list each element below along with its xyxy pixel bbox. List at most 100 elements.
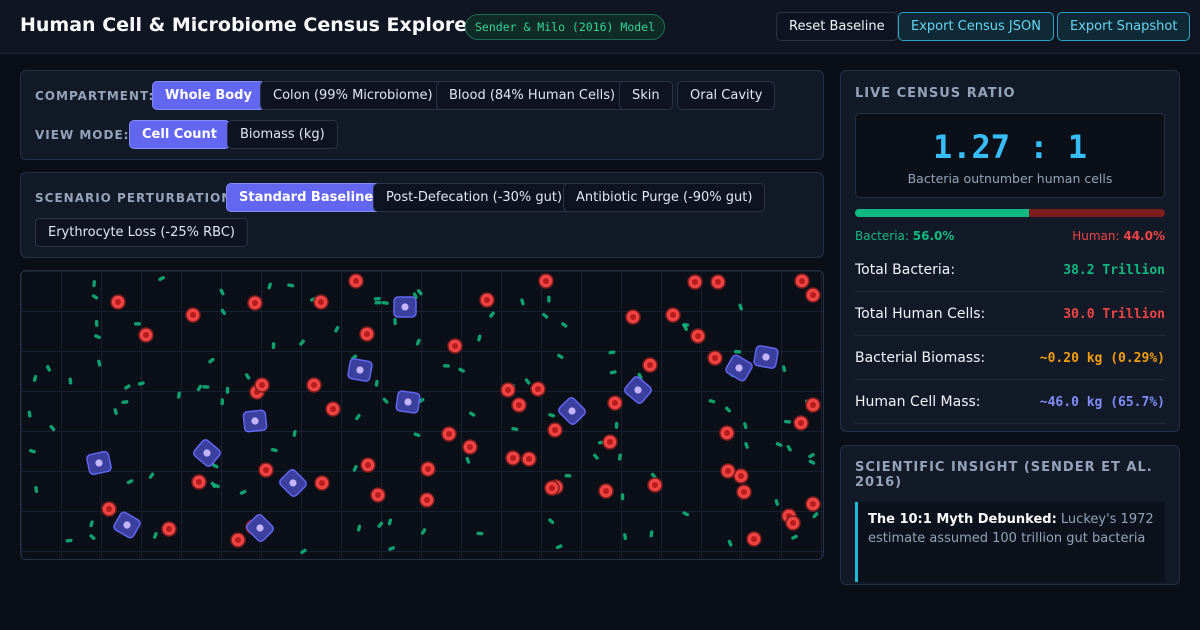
human-cell — [393, 296, 417, 318]
red-blood-cell — [230, 532, 246, 548]
bacterium-cell — [791, 534, 798, 540]
red-blood-cell — [325, 401, 341, 417]
bacterium-cell — [476, 531, 484, 536]
bacterium-cell — [420, 528, 427, 535]
scenario-label: SCENARIO PERTURBATION: — [35, 191, 239, 205]
scenario-post-defecation[interactable]: Post-Defecation (-30% gut) — [373, 183, 576, 212]
bacterium-cell — [225, 386, 230, 394]
bacterium-cell — [126, 479, 134, 485]
bacterium-cell — [555, 544, 563, 550]
bacterium-cell — [608, 350, 616, 355]
red-blood-cell — [805, 496, 821, 512]
bacterium-cell — [27, 410, 32, 418]
red-blood-cell — [746, 531, 762, 547]
reset-baseline-button[interactable]: Reset Baseline — [776, 12, 898, 41]
cell-simulation-canvas[interactable] — [20, 270, 824, 560]
bacterium-cell — [91, 294, 99, 300]
stat-value: 30.0 Trillion — [1063, 307, 1165, 322]
bacterium-cell — [92, 280, 97, 288]
scientific-insight-panel: SCIENTIFIC INSIGHT (SENDER ET AL. 2016) … — [840, 445, 1180, 585]
scenario-antibiotic-purge[interactable]: Antibiotic Purge (-90% gut) — [563, 183, 766, 212]
bacterium-cell — [743, 422, 748, 430]
scenario-erythrocyte-loss[interactable]: Erythrocyte Loss (-25% RBC) — [35, 218, 248, 247]
bacterium-cell — [542, 312, 549, 319]
bacterium-cell — [373, 296, 381, 301]
human-cell — [558, 397, 586, 425]
red-blood-cell — [138, 327, 154, 343]
app-title: Human Cell & Microbiome Census Explorer — [20, 14, 477, 36]
red-blood-cell — [313, 294, 329, 310]
bacterium-cell — [649, 530, 654, 538]
red-blood-cell — [665, 307, 681, 323]
red-blood-cell — [719, 425, 735, 441]
compartment-skin[interactable]: Skin — [619, 81, 673, 110]
bacterium-cell — [782, 365, 787, 373]
red-blood-cell — [447, 338, 463, 354]
red-blood-cell — [521, 451, 537, 467]
red-blood-cell — [690, 328, 706, 344]
human-cell — [279, 469, 307, 497]
live-census-panel: LIVE CENSUS RATIO 1.27 : 1 Bacteria outn… — [840, 70, 1180, 432]
bacterium-cell — [774, 499, 780, 506]
compartment-whole-body[interactable]: Whole Body — [152, 81, 265, 110]
red-blood-cell — [547, 422, 563, 438]
bacterium-cell — [68, 377, 73, 385]
red-blood-cell — [348, 273, 364, 289]
human-cell — [113, 511, 141, 539]
bacterium-cell — [620, 493, 625, 501]
red-blood-cell — [441, 426, 457, 442]
insight-heading: SCIENTIFIC INSIGHT (SENDER ET AL. 2016) — [855, 460, 1153, 490]
live-census-heading: LIVE CENSUS RATIO — [855, 86, 1016, 101]
bacterium-cell — [561, 322, 568, 328]
bacterium-cell — [208, 357, 215, 364]
bacterium-cell — [708, 399, 716, 404]
bacterium-cell — [270, 447, 278, 453]
bacterium-cell — [465, 456, 471, 464]
bacterium-cell — [548, 518, 555, 525]
red-blood-cell — [191, 474, 207, 490]
view-mode-biomass[interactable]: Biomass (kg) — [227, 120, 338, 149]
bacterium-cell — [477, 334, 482, 342]
red-blood-cell — [101, 501, 117, 517]
stat-total-bacteria: Total Bacteria: 38.2 Trillion — [855, 252, 1165, 292]
bacterium-cell — [239, 489, 247, 495]
red-blood-cell — [794, 273, 810, 289]
compartment-blood[interactable]: Blood (84% Human Cells) — [436, 81, 629, 110]
human-cell — [753, 345, 779, 369]
human-cell — [193, 439, 221, 467]
bacterium-cell — [97, 359, 102, 367]
view-mode-cell-count[interactable]: Cell Count — [129, 120, 230, 149]
scenario-standard-baseline[interactable]: Standard Baseline — [226, 183, 387, 212]
compartment-colon[interactable]: Colon (99% Microbiome) — [260, 81, 446, 110]
bacterium-cell — [808, 452, 815, 459]
insight-callout: The 10:1 Myth Debunked: Luckey's 1972 es… — [855, 502, 1165, 582]
red-blood-cell — [462, 439, 478, 455]
bacterium-cell — [609, 370, 617, 375]
bacterium-cell — [46, 365, 52, 372]
export-census-json-button[interactable]: Export Census JSON — [898, 12, 1054, 41]
ratio-caption: Bacteria outnumber human cells — [907, 171, 1113, 186]
bacterium-cell — [548, 413, 556, 418]
bacterium-cell — [784, 419, 791, 424]
bacterium-cell — [381, 301, 389, 305]
stat-value: ~46.0 kg (65.7%) — [1039, 395, 1165, 410]
bacterium-cell — [34, 485, 39, 493]
bacterium-cell — [592, 453, 599, 460]
red-blood-cell — [607, 395, 623, 411]
bacterium-cell — [137, 381, 145, 386]
bacterium-cell — [382, 397, 389, 404]
human-cell — [725, 354, 753, 382]
red-blood-cell — [479, 292, 495, 308]
stat-label: Total Bacteria: — [855, 262, 956, 278]
bacterium-cell — [374, 300, 382, 305]
export-snapshot-button[interactable]: Export Snapshot — [1057, 12, 1191, 41]
red-blood-cell — [185, 307, 201, 323]
compartment-oral-cavity[interactable]: Oral Cavity — [677, 81, 776, 110]
bacterium-cell — [393, 318, 397, 326]
bacterium-cell — [356, 524, 362, 532]
red-blood-cell — [805, 397, 821, 413]
bacterium-cell — [352, 465, 358, 472]
red-blood-cell — [793, 415, 809, 431]
compartment-label: COMPARTMENT: — [35, 89, 155, 103]
stat-label: Total Human Cells: — [855, 306, 986, 322]
